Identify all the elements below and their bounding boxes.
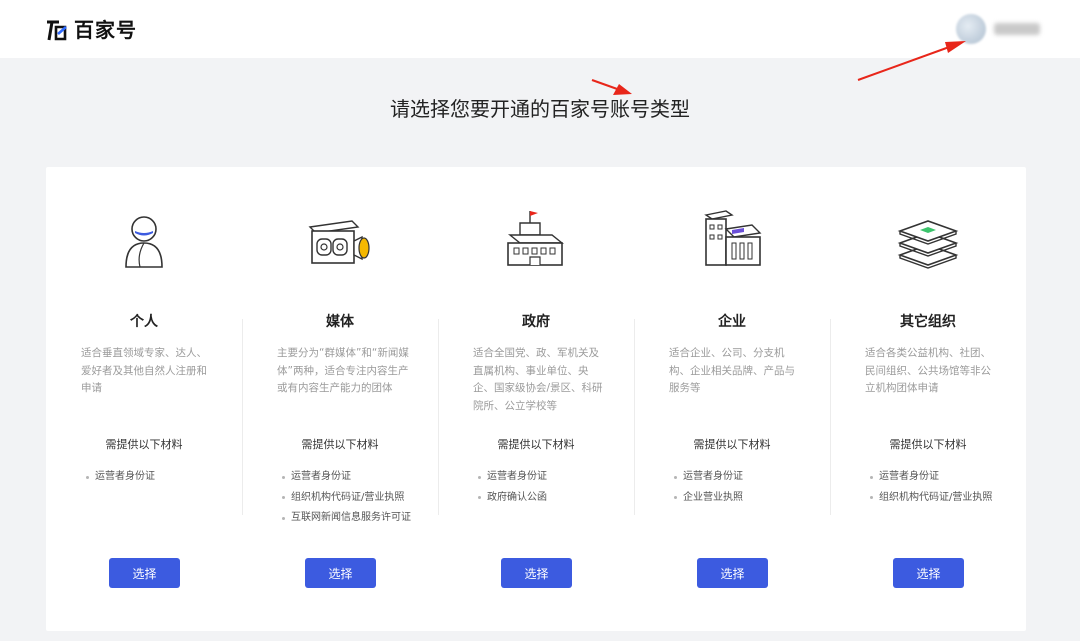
requirement-item: 组织机构代码证/营业执照 [870,488,1020,509]
requirement-item: 运营者身份证 [478,467,628,488]
requirements-title: 需提供以下材料 [497,438,575,451]
select-media-button[interactable]: 选择 [305,558,376,588]
card-description: 适合全国党、政、军机关及直属机构、事业单位、央企、国家级协会/景区、科研院所、公… [473,347,603,412]
requirement-item: 企业营业执照 [674,488,824,509]
page-title: 请选择您要开通的百家号账号类型 [390,97,690,121]
requirements-list: 运营者身份证 组织机构代码证/营业执照 互联网新闻信息服务许可证 [282,467,432,529]
top-header: 百家号 [0,0,1080,58]
requirement-item: 组织机构代码证/营业执照 [282,488,432,509]
select-other-org-button[interactable]: 选择 [893,558,964,588]
requirement-item: 运营者身份证 [282,467,432,488]
requirements-list: 运营者身份证 [86,467,236,488]
card-title: 个人 [130,314,158,330]
requirement-item: 运营者身份证 [86,467,236,488]
card-title: 其它组织 [900,314,956,330]
requirements-title: 需提供以下材料 [301,438,379,451]
account-type-card-media: 媒体 主要分为“群媒体”和“新闻媒体”两种，适合专注内容生产或有内容生产能力的团… [242,167,438,631]
card-description: 适合垂直领域专家、达人、爱好者及其他自然人注册和申请 [81,347,207,394]
enterprise-building-icon [704,210,762,266]
requirements-list: 运营者身份证 企业营业执照 [674,467,824,508]
user-name [994,23,1040,35]
card-title: 政府 [522,314,550,330]
requirements-list: 运营者身份证 政府确认公函 [478,467,628,508]
person-icon [125,216,163,268]
card-description: 主要分为“群媒体”和“新闻媒体”两种，适合专注内容生产或有内容生产能力的团体 [277,347,409,394]
arrow-to-title-icon [591,79,632,95]
layers-icon [897,220,959,269]
requirement-item: 政府确认公函 [478,488,628,509]
select-personal-button[interactable]: 选择 [109,558,180,588]
requirements-title: 需提供以下材料 [105,438,183,451]
camera-icon [308,220,370,264]
card-description: 适合各类公益机构、社团、民间组织、公共场馆等非公立机构团体申请 [865,347,991,394]
requirements-title: 需提供以下材料 [889,438,967,451]
account-type-card-personal: 个人 适合垂直领域专家、达人、爱好者及其他自然人注册和申请 需提供以下材料 运营… [46,167,242,631]
baijiahao-logo-icon [47,20,67,41]
logo-text: 百家号 [74,18,137,42]
requirement-item: 运营者身份证 [870,467,1020,488]
account-type-panel: 个人 适合垂直领域专家、达人、爱好者及其他自然人注册和申请 需提供以下材料 运营… [46,167,1026,631]
account-type-card-government: 政府 适合全国党、政、军机关及直属机构、事业单位、央企、国家级协会/景区、科研院… [438,167,634,631]
select-enterprise-button[interactable]: 选择 [697,558,768,588]
card-title: 媒体 [326,314,354,330]
requirement-item: 互联网新闻信息服务许可证 [282,508,432,529]
requirement-item: 运营者身份证 [674,467,824,488]
user-menu[interactable] [956,14,1040,44]
avatar[interactable] [956,14,986,44]
government-building-icon [507,211,564,266]
baijiahao-logo[interactable]: 百家号 [46,17,137,43]
select-government-button[interactable]: 选择 [501,558,572,588]
account-type-card-other-org: 其它组织 适合各类公益机构、社团、民间组织、公共场馆等非公立机构团体申请 需提供… [830,167,1026,631]
card-title: 企业 [718,314,746,330]
card-description: 适合企业、公司、分支机构、企业相关品牌、产品与服务等 [669,347,795,394]
account-type-card-enterprise: 企业 适合企业、公司、分支机构、企业相关品牌、产品与服务等 需提供以下材料 运营… [634,167,830,631]
requirements-title: 需提供以下材料 [693,438,771,451]
requirements-list: 运营者身份证 组织机构代码证/营业执照 [870,467,1020,508]
